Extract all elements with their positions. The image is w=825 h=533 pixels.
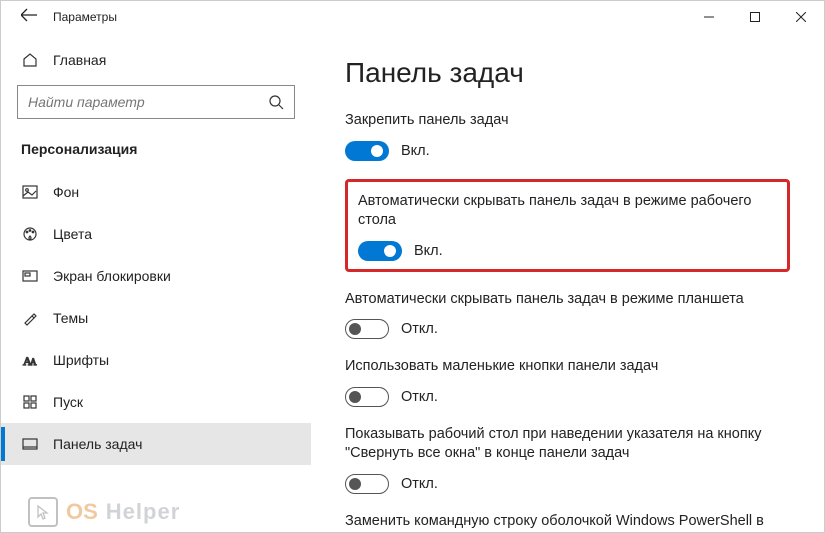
maximize-button[interactable] <box>732 1 778 33</box>
setting-label: Автоматически скрывать панель задач в ре… <box>358 192 777 231</box>
toggle-state-label: Вкл. <box>414 243 443 259</box>
sidebar-home[interactable]: Главная <box>1 41 311 79</box>
setting-label: Показывать рабочий стол при наведении ук… <box>345 425 794 464</box>
setting-4: Показывать рабочий стол при наведении ук… <box>345 425 794 494</box>
sidebar-item-fonts[interactable]: AA Шрифты <box>1 339 311 381</box>
page-title: Панель задач <box>345 57 794 89</box>
sidebar: Главная Персонализация Фон Цвета Экран бло… <box>1 33 311 532</box>
search-icon <box>258 94 294 110</box>
sidebar-section-label: Персонализация <box>1 133 311 171</box>
sidebar-home-label: Главная <box>53 52 106 68</box>
main-content: Панель задач Закрепить панель задач Вкл. А… <box>311 33 824 532</box>
toggle-state-label: Откл. <box>401 389 438 405</box>
minimize-button[interactable] <box>686 1 732 33</box>
toggle-switch[interactable] <box>345 387 389 407</box>
sidebar-item-label: Экран блокировки <box>53 268 171 284</box>
cursor-icon <box>28 497 58 527</box>
watermark: OS Helper <box>28 497 180 527</box>
setting-label: Автоматически скрывать панель задач в ре… <box>345 290 794 310</box>
titlebar: Параметры <box>1 1 824 33</box>
setting-0: Закрепить панель задач Вкл. <box>345 111 794 161</box>
lock-screen-icon <box>21 267 39 285</box>
toggle-state-label: Откл. <box>401 321 438 337</box>
window-controls <box>686 1 824 33</box>
sidebar-item-label: Шрифты <box>53 352 109 368</box>
palette-icon <box>21 225 39 243</box>
sidebar-item-label: Панель задач <box>53 436 142 452</box>
toggle-state-label: Вкл. <box>401 143 430 159</box>
sidebar-item-start[interactable]: Пуск <box>1 381 311 423</box>
fonts-icon: AA <box>21 351 39 369</box>
taskbar-icon <box>21 435 39 453</box>
start-icon <box>21 393 39 411</box>
home-icon <box>21 51 39 69</box>
setting-2: Автоматически скрывать панель задач в ре… <box>345 290 794 340</box>
setting-label: Закрепить панель задач <box>345 111 794 131</box>
watermark-os: OS <box>66 499 98 525</box>
toggle-switch[interactable] <box>345 141 389 161</box>
close-button[interactable] <box>778 1 824 33</box>
sidebar-item-label: Цвета <box>53 226 92 242</box>
picture-icon <box>21 183 39 201</box>
sidebar-item-label: Пуск <box>53 394 83 410</box>
sidebar-item-taskbar[interactable]: Панель задач <box>1 423 311 465</box>
sidebar-item-picture[interactable]: Фон <box>1 171 311 213</box>
toggle-switch[interactable] <box>345 319 389 339</box>
search-box[interactable] <box>17 85 295 119</box>
watermark-helper: Helper <box>106 499 180 525</box>
window-title: Параметры <box>49 10 117 24</box>
sidebar-item-label: Фон <box>53 184 79 200</box>
search-input[interactable] <box>18 86 258 118</box>
toggle-switch[interactable] <box>358 241 402 261</box>
svg-text:A: A <box>30 357 37 367</box>
toggle-switch[interactable] <box>345 474 389 494</box>
setting-5: Заменить командную строку оболочкой Wind… <box>345 512 794 532</box>
themes-icon <box>21 309 39 327</box>
sidebar-item-palette[interactable]: Цвета <box>1 213 311 255</box>
back-button[interactable] <box>9 7 49 28</box>
setting-3: Использовать маленькие кнопки панели зад… <box>345 357 794 407</box>
setting-label: Использовать маленькие кнопки панели зад… <box>345 357 794 377</box>
sidebar-item-themes[interactable]: Темы <box>1 297 311 339</box>
setting-1: Автоматически скрывать панель задач в ре… <box>345 179 790 272</box>
sidebar-item-lock-screen[interactable]: Экран блокировки <box>1 255 311 297</box>
settings-window: Параметры Главная Персонализация ФонЦве <box>0 0 825 533</box>
setting-label: Заменить командную строку оболочкой Wind… <box>345 512 794 532</box>
toggle-state-label: Откл. <box>401 476 438 492</box>
sidebar-item-label: Темы <box>53 310 88 326</box>
